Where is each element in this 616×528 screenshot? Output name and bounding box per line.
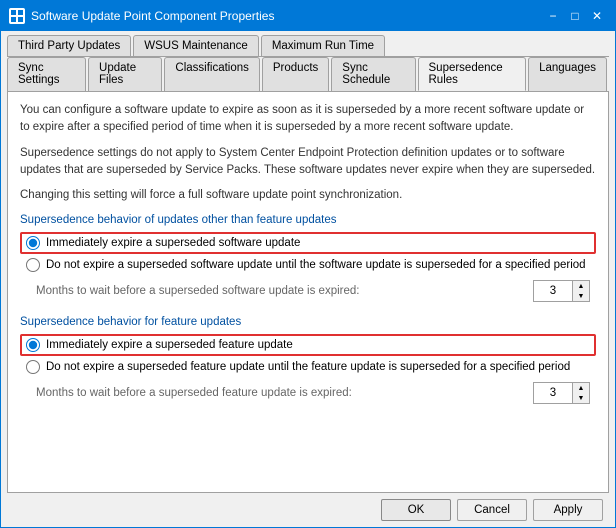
section1-spinner-input[interactable] xyxy=(533,280,573,302)
window-title: Software Update Point Component Properti… xyxy=(31,9,274,23)
section2-spinner-row: Months to wait before a superseded featu… xyxy=(20,378,596,408)
section2-spinner-buttons: ▲ ▼ xyxy=(573,382,590,404)
tab-wsus-maintenance[interactable]: WSUS Maintenance xyxy=(133,35,259,56)
content-area: Third Party Updates WSUS Maintenance Max… xyxy=(1,31,615,527)
section1-spinner-down[interactable]: ▼ xyxy=(573,291,589,301)
maximize-button[interactable]: □ xyxy=(565,6,585,26)
section2-spinner-control: ▲ ▼ xyxy=(533,382,590,404)
section2-option2-label: Do not expire a superseded feature updat… xyxy=(46,361,570,373)
section1-option1-row: Immediately expire a superseded software… xyxy=(20,232,596,254)
window-icon xyxy=(9,8,25,24)
description-para1: You can configure a software update to e… xyxy=(20,102,596,137)
ok-button[interactable]: OK xyxy=(381,499,451,521)
section2-spinner-input[interactable] xyxy=(533,382,573,404)
section1-spinner-label: Months to wait before a superseded softw… xyxy=(36,285,359,297)
section1-spinner-row: Months to wait before a superseded softw… xyxy=(20,276,596,306)
section2-option2-radio[interactable] xyxy=(26,360,40,374)
section2-option1-label: Immediately expire a superseded feature … xyxy=(46,339,293,351)
title-bar: Software Update Point Component Properti… xyxy=(1,1,615,31)
title-bar-left: Software Update Point Component Properti… xyxy=(9,8,274,24)
tab-third-party-updates[interactable]: Third Party Updates xyxy=(7,35,131,56)
section1-spinner-buttons: ▲ ▼ xyxy=(573,280,590,302)
main-content-panel: You can configure a software update to e… xyxy=(7,92,609,493)
section1-option2-label: Do not expire a superseded software upda… xyxy=(46,259,586,271)
tab-sync-settings[interactable]: Sync Settings xyxy=(7,57,86,91)
section1-option2-row: Do not expire a superseded software upda… xyxy=(20,254,596,276)
section2-option1-row: Immediately expire a superseded feature … xyxy=(20,334,596,356)
cancel-button[interactable]: Cancel xyxy=(457,499,527,521)
section2-spinner-down[interactable]: ▼ xyxy=(573,393,589,403)
section1-label: Supersedence behavior of updates other t… xyxy=(20,214,596,226)
tab-sync-schedule[interactable]: Sync Schedule xyxy=(331,57,415,91)
apply-button[interactable]: Apply xyxy=(533,499,603,521)
tab-classifications[interactable]: Classifications xyxy=(164,57,260,91)
section1-option1-label: Immediately expire a superseded software… xyxy=(46,237,300,249)
tabs-row1: Third Party Updates WSUS Maintenance Max… xyxy=(7,35,609,57)
section2-spinner-up[interactable]: ▲ xyxy=(573,383,589,393)
close-button[interactable]: ✕ xyxy=(587,6,607,26)
tab-maximum-run-time[interactable]: Maximum Run Time xyxy=(261,35,385,56)
section2-option1-radio[interactable] xyxy=(26,338,40,352)
section2-option2-row: Do not expire a superseded feature updat… xyxy=(20,356,596,378)
section2-label: Supersedence behavior for feature update… xyxy=(20,316,596,328)
tab-supersedence-rules[interactable]: Supersedence Rules xyxy=(418,57,527,91)
tabs-row2: Sync Settings Update Files Classificatio… xyxy=(7,57,609,92)
section1-option2-radio[interactable] xyxy=(26,258,40,272)
minimize-button[interactable]: − xyxy=(543,6,563,26)
section1-spinner-up[interactable]: ▲ xyxy=(573,281,589,291)
tab-update-files[interactable]: Update Files xyxy=(88,57,162,91)
section1-option1-radio[interactable] xyxy=(26,236,40,250)
tab-languages[interactable]: Languages xyxy=(528,57,607,91)
tab-products[interactable]: Products xyxy=(262,57,329,91)
description-para3: Changing this setting will force a full … xyxy=(20,187,596,204)
description-para2: Supersedence settings do not apply to Sy… xyxy=(20,145,596,180)
title-controls: − □ ✕ xyxy=(543,6,607,26)
dialog-buttons: OK Cancel Apply xyxy=(7,493,609,521)
section2-spinner-label: Months to wait before a superseded featu… xyxy=(36,387,352,399)
section1-spinner-control: ▲ ▼ xyxy=(533,280,590,302)
main-window: Software Update Point Component Properti… xyxy=(0,0,616,528)
